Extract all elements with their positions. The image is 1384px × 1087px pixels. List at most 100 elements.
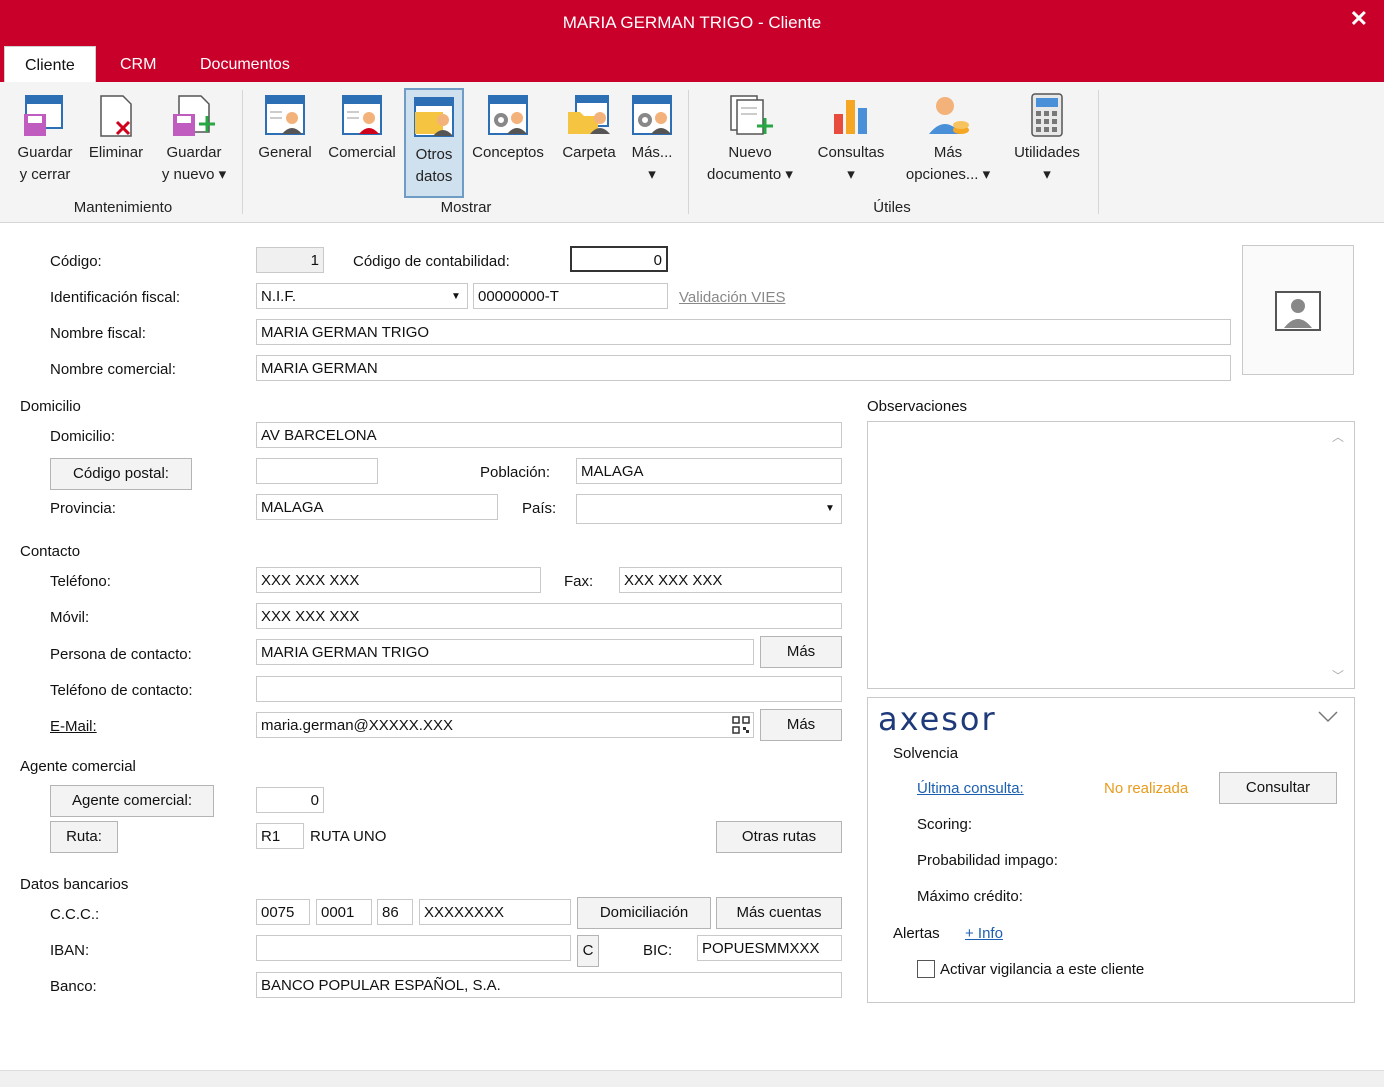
banco-field[interactable]: BANCO POPULAR ESPAÑOL, S.A. (256, 972, 842, 998)
chevron-down-icon[interactable] (1317, 710, 1339, 724)
codigo-postal-button[interactable]: Código postal: (50, 458, 192, 490)
eliminar-button[interactable]: Eliminar (82, 86, 150, 198)
codigo-contabilidad-field[interactable]: 0 (570, 246, 668, 272)
guardar-nuevo-label-2: y nuevo ▾ (161, 166, 227, 183)
mas-mostrar-label: Más... (631, 144, 673, 161)
solvencia-label: Solvencia (893, 745, 959, 762)
nuevo-documento-icon (730, 95, 773, 135)
tipo-id-select[interactable]: N.I.F. ▼ (256, 283, 468, 309)
domiciliacion-button[interactable]: Domiciliación (577, 897, 711, 929)
agente-comercial-button[interactable]: Agente comercial: (50, 785, 214, 817)
comercial-button[interactable]: Comercial (322, 86, 402, 198)
email-field[interactable]: maria.german@XXXXX.XXX (256, 712, 754, 738)
domicilio-field[interactable]: AV BARCELONA (256, 422, 842, 448)
utilidades-button[interactable]: Utilidades ▾ (1004, 86, 1090, 198)
telefono-contacto-field[interactable] (256, 676, 842, 702)
provincia-field[interactable]: MALAGA (256, 494, 498, 520)
nif-field[interactable]: 00000000-T (473, 283, 668, 309)
probabilidad-label: Probabilidad impago: (917, 852, 1058, 869)
ultima-consulta-link[interactable]: Última consulta: (917, 780, 1024, 797)
chevron-down-icon: ▾ (648, 166, 656, 183)
tab-crm[interactable]: CRM (108, 46, 168, 82)
validacion-vies-link[interactable]: Validación VIES (679, 289, 785, 306)
nuevo-documento-label-1: Nuevo (728, 144, 772, 161)
tab-documentos[interactable]: Documentos (188, 46, 302, 82)
pais-select[interactable]: ▼ (576, 494, 842, 524)
contacto-section: Contacto (20, 543, 81, 560)
codigo-contabilidad-label: Código de contabilidad: (353, 253, 510, 270)
mas-icon (632, 95, 672, 135)
tab-cliente[interactable]: Cliente (4, 46, 96, 83)
guardar-cerrar-button[interactable]: Guardar y cerrar (10, 86, 80, 198)
nuevo-documento-label-2: documento ▾ (707, 166, 793, 183)
general-button[interactable]: General (252, 86, 318, 198)
mas-cuentas-button[interactable]: Más cuentas (716, 897, 842, 929)
domicilio-label: Domicilio: (50, 428, 116, 445)
ruta-button[interactable]: Ruta: (50, 821, 118, 853)
ruta-codigo-field[interactable]: R1 (256, 823, 304, 849)
mas-opciones-label-2: opciones... ▾ (905, 166, 991, 183)
telefono-label: Teléfono: (50, 573, 111, 590)
scroll-down-icon[interactable]: ﹀ (1332, 667, 1344, 684)
email-link[interactable]: E-Mail: (50, 718, 97, 735)
mas-email-button[interactable]: Más (760, 709, 842, 741)
mas-opciones-icon (929, 97, 969, 134)
guardar-nuevo-button[interactable]: Guardar y nuevo ▾ (152, 86, 236, 198)
consultas-label: Consultas (817, 144, 885, 161)
ribbon-separator (242, 90, 243, 214)
codigo-postal-field[interactable] (256, 458, 378, 484)
ccc-oficina-field[interactable]: 0001 (316, 899, 372, 925)
vigilancia-checkbox[interactable] (917, 960, 935, 978)
observaciones-label: Observaciones (867, 398, 968, 415)
chevron-down-icon: ▾ (847, 166, 855, 183)
telefono-field[interactable]: XXX XXX XXX (256, 567, 541, 593)
photo-placeholder-icon (1275, 291, 1321, 331)
carpeta-button[interactable]: Carpeta (556, 86, 622, 198)
general-icon (265, 95, 305, 135)
ccc-cuenta-field[interactable]: XXXXXXXX (419, 899, 571, 925)
save-new-icon (173, 95, 215, 136)
iban-calc-button[interactable]: C (577, 935, 599, 967)
conceptos-button[interactable]: Conceptos (464, 86, 552, 198)
otros-datos-button[interactable]: Otros datos (404, 88, 464, 198)
nuevo-documento-button[interactable]: Nuevo documento ▾ (694, 86, 806, 198)
fax-field[interactable]: XXX XXX XXX (619, 567, 842, 593)
consultas-button[interactable]: Consultas ▾ (808, 86, 894, 198)
agente-comercial-field[interactable]: 0 (256, 787, 324, 813)
mas-mostrar-button[interactable]: Más... ▾ (624, 86, 680, 198)
mas-opciones-button[interactable]: Más opciones... ▾ (896, 86, 1000, 198)
ruta-nombre: RUTA UNO (310, 828, 387, 845)
movil-field[interactable]: XXX XXX XXX (256, 603, 842, 629)
codigo-field[interactable]: 1 (256, 247, 324, 273)
chevron-down-icon: ▼ (825, 503, 835, 514)
movil-label: Móvil: (50, 609, 90, 626)
nombre-comercial-field[interactable]: MARIA GERMAN (256, 355, 1231, 381)
otras-rutas-button[interactable]: Otras rutas (716, 821, 842, 853)
iban-field[interactable] (256, 935, 571, 961)
otros-datos-label-2: datos (415, 168, 453, 185)
close-icon[interactable]: ✕ (1350, 6, 1368, 32)
scroll-up-icon[interactable]: ︿ (1332, 428, 1344, 445)
pais-label: País: (522, 500, 557, 517)
group-mostrar-label: Mostrar (440, 199, 492, 216)
nombre-fiscal-label: Nombre fiscal: (50, 325, 146, 342)
general-label: General (258, 144, 312, 161)
fax-label: Fax: (564, 573, 594, 590)
nombre-fiscal-field[interactable]: MARIA GERMAN TRIGO (256, 319, 1231, 345)
persona-contacto-field[interactable]: MARIA GERMAN TRIGO (256, 639, 754, 665)
qr-icon[interactable] (732, 716, 750, 734)
save-close-icon (24, 95, 63, 136)
poblacion-field[interactable]: MALAGA (576, 458, 842, 484)
photo-frame[interactable] (1242, 245, 1354, 375)
axesor-panel: axesor Solvencia Última consulta: No rea… (867, 697, 1355, 1003)
consultar-button[interactable]: Consultar (1219, 772, 1337, 804)
ccc-dc-field[interactable]: 86 (377, 899, 413, 925)
ccc-entidad-field[interactable]: 0075 (256, 899, 310, 925)
info-link[interactable]: + Info (965, 925, 1003, 942)
comercial-label: Comercial (328, 144, 396, 161)
guardar-cerrar-label-2: y cerrar (19, 166, 71, 183)
otros-datos-label-1: Otros (415, 146, 453, 163)
observaciones-textarea[interactable]: ︿ ﹀ (867, 421, 1355, 689)
bic-field[interactable]: POPUESMMXXX (697, 935, 842, 961)
mas-persona-button[interactable]: Más (760, 636, 842, 668)
